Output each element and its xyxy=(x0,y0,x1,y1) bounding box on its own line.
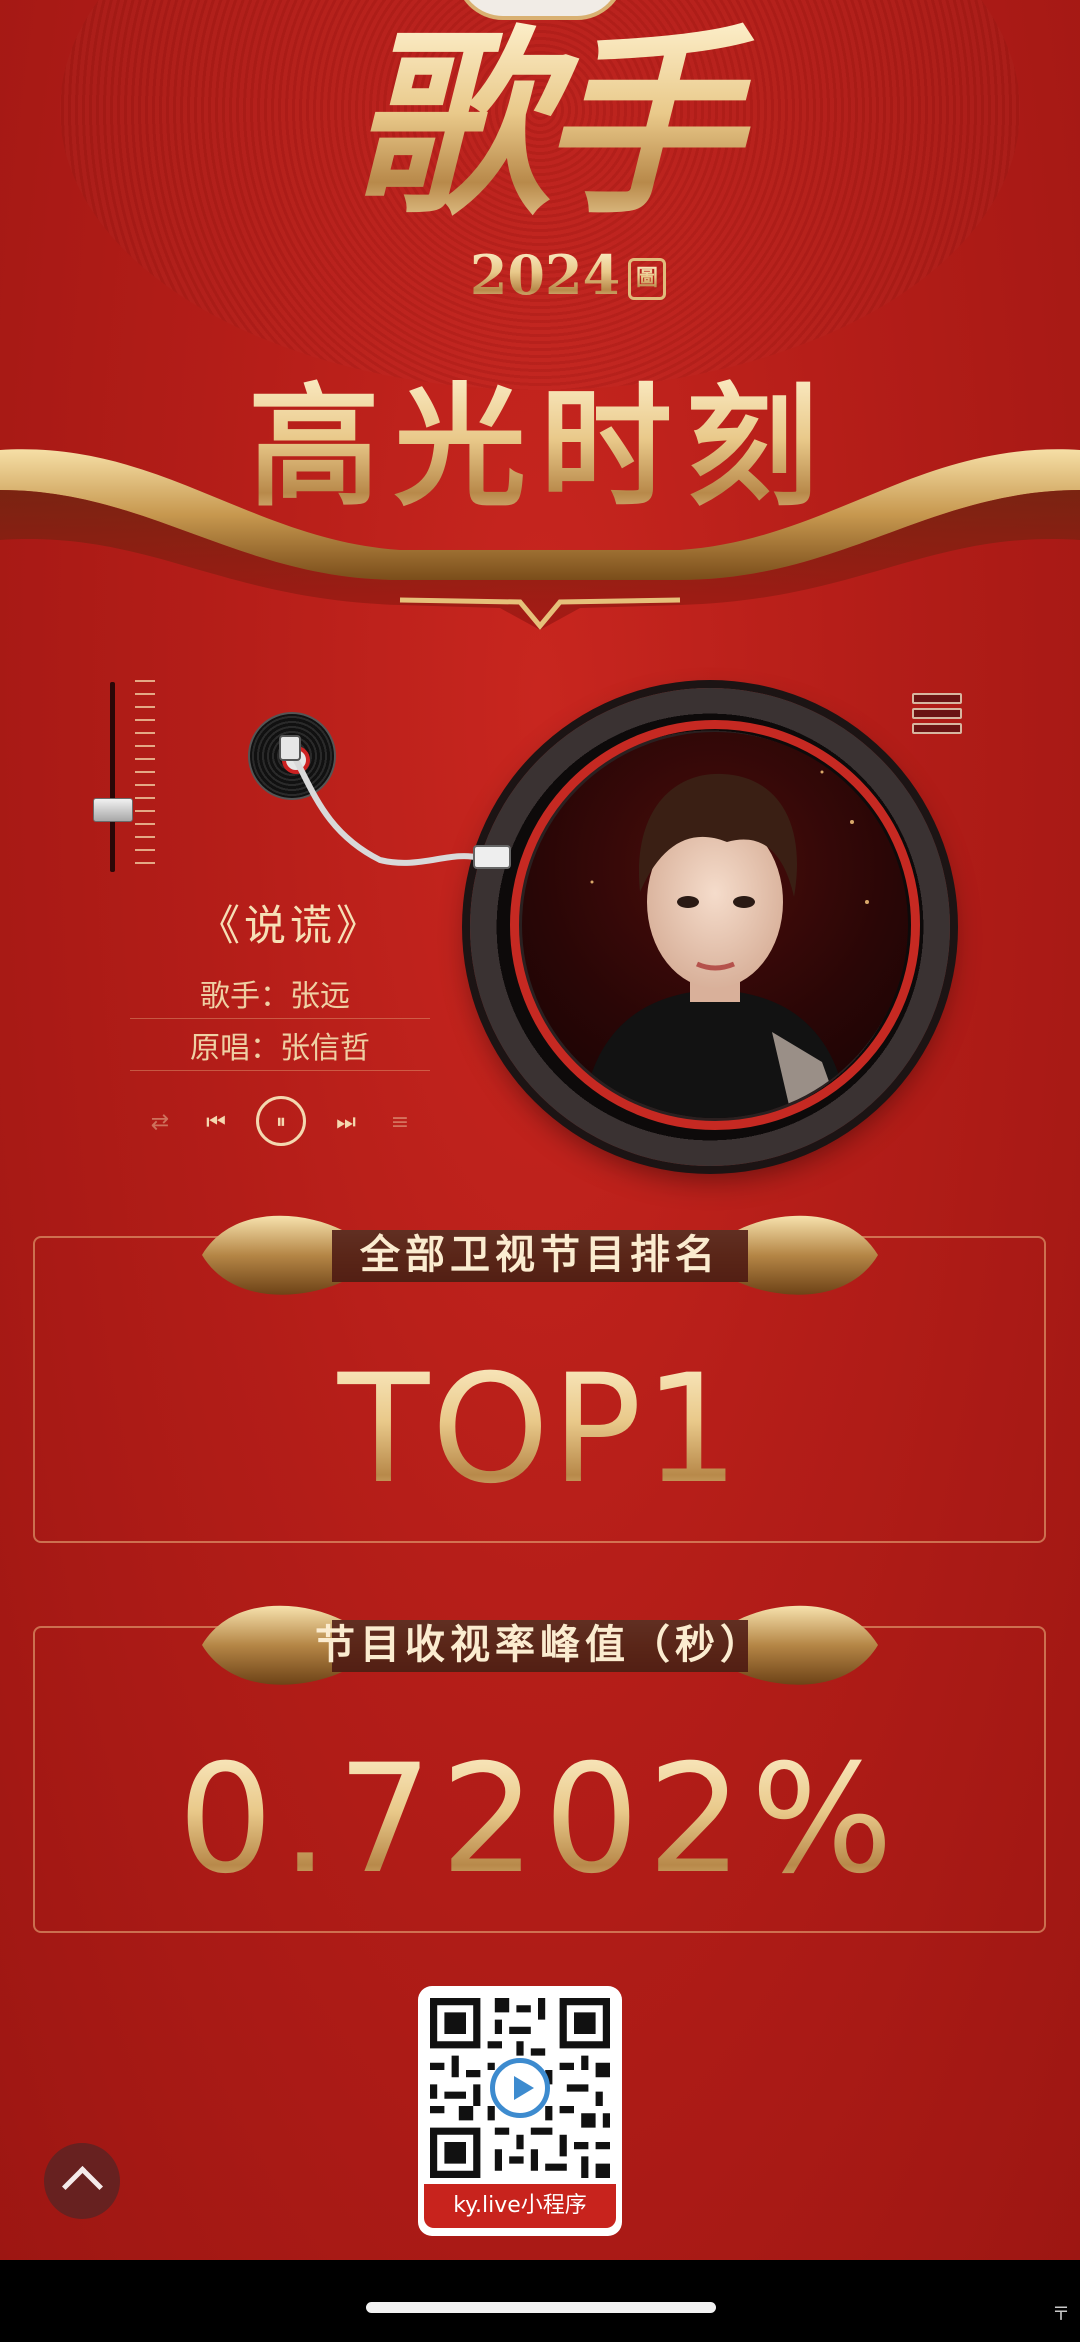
tonearm-icon xyxy=(279,735,511,869)
stat-label-ranking: 全部卫视节目排名 xyxy=(360,1232,720,1278)
original-singer-label: 原唱：张信哲 xyxy=(190,1031,370,1066)
qr-code-card[interactable]: ky.live小程序 xyxy=(418,1986,622,2236)
pause-icon[interactable]: ⏸ xyxy=(256,1096,306,1146)
ribbon-banner: 全部卫视节目排名 xyxy=(192,1200,888,1310)
ribbon-banner: 节目收视率峰值（秒） xyxy=(192,1590,888,1700)
singer-label: 歌手：张远 xyxy=(200,979,350,1014)
stat-value-ranking: TOP1 xyxy=(33,1340,1046,1520)
stat-value-rating: 0.7202% xyxy=(33,1730,1046,1910)
menu-icon[interactable] xyxy=(912,693,962,743)
repeat-icon[interactable]: ⇄ xyxy=(142,1098,178,1148)
show-logo: 歌手 xyxy=(300,10,780,240)
playlist-icon[interactable]: ≡ xyxy=(382,1098,418,1148)
volume-slider-knob[interactable] xyxy=(93,798,133,822)
home-indicator[interactable] xyxy=(366,2302,716,2313)
qr-label: ky.live小程序 xyxy=(424,2184,616,2228)
stat-label-rating: 节目收视率峰值（秒） xyxy=(315,1622,765,1668)
scroll-to-top-button[interactable] xyxy=(44,2143,120,2219)
play-logo-icon xyxy=(490,2058,550,2118)
previous-icon[interactable]: ⏮ xyxy=(196,1098,236,1148)
next-icon[interactable]: ⏭ xyxy=(326,1098,366,1148)
logo-year: 2024 xyxy=(460,245,630,305)
singer-portrait xyxy=(522,732,908,1118)
corner-mark: 〒 xyxy=(1052,2304,1070,2325)
volume-slider-track[interactable] xyxy=(110,682,115,872)
slider-ticks xyxy=(135,680,155,875)
system-nav-bar xyxy=(0,2260,1080,2342)
logo-seal: 圖 xyxy=(628,258,666,300)
page-title: 高光时刻 xyxy=(160,358,920,538)
song-title: 《说谎》 xyxy=(197,901,382,950)
